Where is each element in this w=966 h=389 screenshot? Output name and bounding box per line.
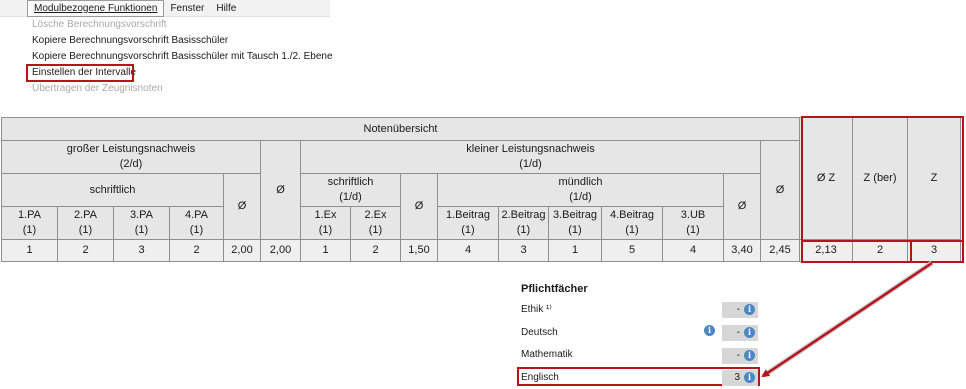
info-icon[interactable]: i (704, 325, 715, 336)
header-avg-z: Ø Z (799, 117, 853, 240)
cell-3beitrag[interactable]: 1 (548, 239, 602, 262)
info-icon[interactable]: i (744, 372, 755, 383)
table-title: Notenübersicht (1, 117, 800, 141)
cell-z[interactable]: 3 (907, 239, 961, 262)
menu-hilfe[interactable]: Hilfe (210, 0, 242, 17)
grade-value: - (736, 327, 740, 338)
cell-1pa[interactable]: 1 (1, 239, 58, 262)
col-3beitrag: 3.Beitrag (1) (548, 206, 602, 240)
col-2pa: 2.PA (1) (57, 206, 114, 240)
col-2ex: 2.Ex (1) (350, 206, 401, 240)
cell-avg-gross: 2,00 (260, 239, 301, 262)
cell-1beitrag[interactable]: 4 (437, 239, 499, 262)
cell-avg-schriftlich: 2,00 (223, 239, 261, 262)
grade-value: 3 (734, 372, 740, 383)
info-icon[interactable]: i (744, 304, 755, 315)
menu-fenster[interactable]: Fenster (164, 0, 210, 17)
col-4pa: 4.PA (1) (169, 206, 224, 240)
grade-value: - (736, 350, 740, 361)
header-avg-muendlich: Ø (723, 173, 761, 240)
dropdown-menu: Lösche Berechnungsvorschrift Kopiere Ber… (26, 17, 333, 101)
pflichtfaecher-panel: Pflichtfächer Ethik ¹⁾ - i Deutsch i - i… (517, 283, 767, 389)
col-4beitrag: 4.Beitrag (1) (601, 206, 663, 240)
menu-modulbezogene-funktionen[interactable]: Modulbezogene Funktionen (27, 0, 165, 17)
menu-item-loesche[interactable]: Lösche Berechnungsvorschrift (27, 17, 330, 33)
col-1ex: 1.Ex (1) (300, 206, 351, 240)
cell-z-ber: 2 (852, 239, 908, 262)
cell-2beitrag[interactable]: 3 (498, 239, 549, 262)
subject-mathematik: Mathematik (521, 349, 573, 360)
cell-avg-ex: 1,50 (400, 239, 438, 262)
header-schriftlich-klein: schriftlich (1/d) (300, 173, 401, 207)
header-avg-gross: Ø (260, 140, 301, 240)
header-z-ber: Z (ber) (852, 117, 908, 240)
subject-deutsch: Deutsch (521, 327, 558, 338)
panel-title: Pflichtfächer (521, 283, 588, 295)
header-klein: kleiner Leistungsnachweis (1/d) (300, 140, 761, 174)
menu-item-intervalle[interactable]: Einstellen der Intervalle (26, 64, 136, 82)
menu-label: Modulbezogene Funktionen (34, 2, 158, 14)
header-schriftlich: schriftlich (1, 173, 224, 207)
menu-label: Fenster (170, 2, 205, 14)
menu-item-uebertragen[interactable]: Übertragen der Zeugnisnoten (27, 81, 330, 97)
col-3pa: 3.PA (1) (113, 206, 170, 240)
header-avg-total: Ø (760, 140, 800, 240)
cell-2pa[interactable]: 2 (57, 239, 114, 262)
menu-label: Hilfe (216, 2, 237, 14)
col-2beitrag: 2.Beitrag (1) (498, 206, 549, 240)
header-z: Z (907, 117, 961, 240)
col-1beitrag: 1.Beitrag (1) (437, 206, 499, 240)
cell-4pa[interactable]: 2 (169, 239, 224, 262)
subject-englisch: Englisch (521, 372, 559, 383)
grade-overview-table: Notenübersicht Ø Z Z (ber) Z großer Leis… (1, 117, 961, 262)
info-icon[interactable]: i (744, 350, 755, 361)
header-muendlich: mündlich (1/d) (437, 173, 724, 207)
cell-avg-z: 2,13 (799, 239, 853, 262)
cell-4beitrag[interactable]: 5 (601, 239, 663, 262)
table-row: 1 2 3 2 2,00 2,00 1 2 1,50 4 3 1 5 4 3,4… (1, 239, 961, 262)
cell-3pa[interactable]: 3 (113, 239, 170, 262)
grade-field-ethik[interactable]: - i (722, 302, 758, 318)
col-1pa: 1.PA (1) (1, 206, 58, 240)
header-avg-schriftlich: Ø (223, 173, 261, 240)
menu-item-kopiere[interactable]: Kopiere Berechnungsvorschrift Basisschül… (27, 33, 330, 49)
cell-avg-total: 2,45 (760, 239, 800, 262)
menu-item-kopiere-tausch[interactable]: Kopiere Berechnungsvorschrift Basisschül… (27, 49, 333, 65)
cell-1ex[interactable]: 1 (300, 239, 351, 262)
grade-field-englisch[interactable]: 3 i (722, 370, 758, 386)
cell-3ub[interactable]: 4 (662, 239, 724, 262)
grade-field-mathematik[interactable]: - i (722, 348, 758, 364)
header-gross: großer Leistungsnachweis (2/d) (1, 140, 261, 174)
cell-2ex[interactable]: 2 (350, 239, 401, 262)
col-3ub: 3.UB (1) (662, 206, 724, 240)
subject-ethik: Ethik ¹⁾ (521, 304, 552, 315)
grade-value: - (736, 304, 740, 315)
cell-avg-muendlich: 3,40 (723, 239, 761, 262)
menu-bar: Modulbezogene Funktionen Fenster Hilfe (0, 0, 330, 17)
header-avg-ex: Ø (400, 173, 438, 240)
grade-field-deutsch[interactable]: - i (722, 325, 758, 341)
info-icon[interactable]: i (744, 327, 755, 338)
